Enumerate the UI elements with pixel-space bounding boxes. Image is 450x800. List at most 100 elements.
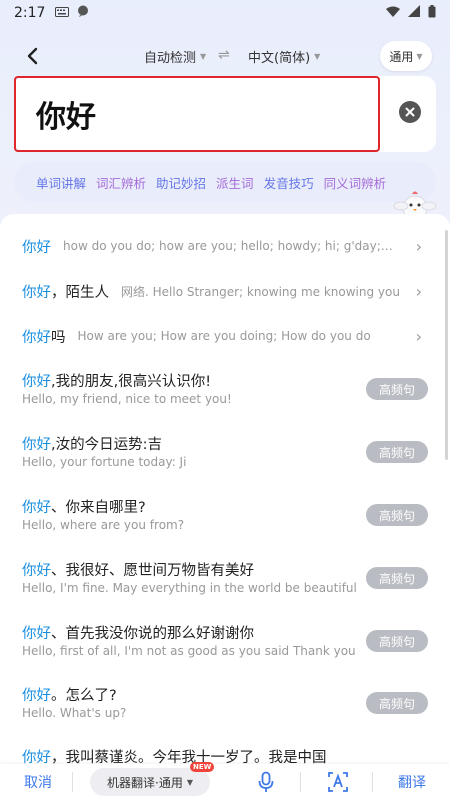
sentence-text: 你好。怎么了? [22,684,117,705]
divider [300,772,301,792]
sentence-rest: 。怎么了? [51,688,117,704]
sentence-rest: 、我很好、愿世间万物皆有美好 [51,563,254,579]
sentence-translation: Hello, my friend, nice to meet you! [22,392,232,406]
microphone-icon [258,771,274,792]
high-frequency-badge: 高频句 [366,504,428,526]
sentence-row[interactable]: 你好。怎么了? Hello. What's up? 高频句 [0,684,450,728]
sentence-row[interactable]: 你好,我的朋友,很高兴认识你! Hello, my friend, nice t… [0,370,450,414]
sentence-translation: Hello. What's up? [22,706,127,720]
caret-down-icon: ▼ [200,52,207,61]
divider [72,772,73,792]
cancel-button[interactable]: 取消 [24,772,52,792]
microphone-button[interactable] [254,770,278,794]
close-icon [405,107,415,117]
image-text-recognition-button[interactable] [326,770,350,794]
status-bar: 2:17 [0,0,450,26]
sentence-rest: 、首先我没你说的那么好谢谢你 [51,626,254,642]
results-panel: 你好 how do you do; how are you; hello; ho… [0,214,450,764]
high-frequency-badge: 高频句 [366,692,428,714]
sentence-rest: ,汝的今日运势:吉 [51,437,162,453]
sentence-row[interactable]: 你好，我叫蔡谨炎。今年我十一岁了。我是中国 [0,746,450,764]
scan-text-icon [328,772,348,792]
source-text-input[interactable]: 你好 [36,92,96,136]
chip-synonym-distinction[interactable]: 同义词辨析 [324,173,387,192]
caret-down-icon: ▼ [416,51,423,61]
domain-mode-button[interactable]: 通用 ▼ [380,41,432,71]
sentence-rest: ,我的朋友,很高兴认识你! [51,374,212,390]
suggestion-definition: How are you; How are you doing; How do y… [77,329,371,343]
sentence-text: 你好,我的朋友,很高兴认识你! [22,370,211,391]
high-frequency-badge: 高频句 [366,630,428,652]
chip-word-explanation[interactable]: 单词讲解 [36,173,86,192]
source-language-selector[interactable]: 自动检测 ▼ [144,47,206,66]
high-frequency-badge: 高频句 [366,567,428,589]
chevron-right-icon: › [415,282,422,301]
suggestion-row[interactable]: 你好，陌生人 网络. Hello Stranger; knowing me kn… [0,279,450,303]
headword-match: 你好 [22,563,51,579]
sentence-text: 你好、你来自哪里? [22,496,146,517]
high-frequency-badge: 高频句 [366,441,428,463]
sentence-text: 你好，我叫蔡谨炎。今年我十一岁了。我是中国 [22,746,327,764]
back-arrow-icon [27,47,38,65]
top-bar: 自动检测 ▼ ⇌ 中文(简体) ▼ 通用 ▼ [0,38,450,74]
suggestion-headword: 你好吗 [22,326,66,347]
bottom-action-bar: 取消 机器翻译·通用 ▼ NEW 翻译 [0,762,450,800]
headword-match: 你好 [22,626,51,642]
target-language-selector[interactable]: 中文(简体) ▼ [248,47,320,66]
clear-input-button[interactable] [399,101,421,123]
headword-match: 你好 [22,750,51,764]
high-frequency-badge: 高频句 [366,378,428,400]
target-language-label: 中文(简体) [248,51,311,66]
headword-match: 你好 [22,374,51,390]
suggestion-headword: 你好，陌生人 [22,281,109,302]
sentence-text: 你好,汝的今日运势:吉 [22,433,162,454]
headword-rest: 吗 [51,329,66,346]
sentence-text: 你好、首先我没你说的那么好谢谢你 [22,622,254,643]
suggestion-row[interactable]: 你好吗 How are you; How are you doing; How … [0,324,450,348]
source-language-label: 自动检测 [144,51,197,66]
chip-memory-tips[interactable]: 助记妙招 [156,173,206,192]
suggestion-definition: how do you do; how are you; hello; howdy… [63,239,393,253]
scrollbar[interactable] [445,230,448,460]
suggestion-definition: 网络. Hello Stranger; knowing me knowing y… [121,284,400,299]
translate-button[interactable]: 翻译 [398,772,426,792]
sentence-translation: Hello, first of all, I'm not as good as … [22,644,356,658]
headword-match: 你好 [22,284,51,301]
chevron-right-icon: › [415,327,422,346]
suggestion-headword: 你好 [22,236,51,257]
sentence-row[interactable]: 你好、你来自哪里? Hello, where are you from? 高频句 [0,496,450,540]
feature-chips-row: 单词讲解 词汇辨析 助记妙招 派生词 发音技巧 同义词辨析 [14,162,436,202]
sentence-row[interactable]: 你好、我很好、愿世间万物皆有美好 Hello, I'm fine. May ev… [0,559,450,603]
sentence-rest: ，我叫蔡谨炎。今年我十一岁了。我是中国 [51,750,327,764]
divider [372,772,373,792]
keyboard-icon [55,5,70,21]
chat-bubble-icon [77,5,89,21]
status-time: 2:17 [14,5,46,21]
signal-icon [408,5,420,21]
sentence-row[interactable]: 你好,汝的今日运势:吉 Hello, your fortune today: J… [0,433,450,477]
swap-languages-icon[interactable]: ⇌ [218,47,230,63]
translation-engine-button[interactable]: 机器翻译·通用 ▼ [90,768,210,796]
headword-match: 你好 [22,688,51,704]
wifi-icon [386,5,400,21]
new-badge: NEW [190,762,215,772]
sentence-text: 你好、我很好、愿世间万物皆有美好 [22,559,254,580]
sentence-translation: Hello, your fortune today: Ji [22,455,187,469]
sentence-translation: Hello, I'm fine. May everything in the w… [22,581,357,595]
battery-icon [428,4,436,22]
chip-vocab-distinction[interactable]: 词汇辨析 [96,173,146,192]
chip-derived-words[interactable]: 派生词 [216,173,254,192]
headword-match: 你好 [22,437,51,453]
headword-match: 你好 [22,239,51,256]
sentence-row[interactable]: 你好、首先我没你说的那么好谢谢你 Hello, first of all, I'… [0,622,450,666]
caret-down-icon: ▼ [314,52,321,61]
sentence-translation: Hello, where are you from? [22,518,185,532]
back-button[interactable] [20,44,44,68]
caret-down-icon: ▼ [186,777,193,787]
suggestion-row[interactable]: 你好 how do you do; how are you; hello; ho… [0,234,450,258]
domain-mode-label: 通用 [389,49,414,64]
chip-pronunciation-tips[interactable]: 发音技巧 [264,173,314,192]
translation-engine-label: 机器翻译·通用 [107,775,183,790]
headword-rest: ，陌生人 [51,284,109,301]
headword-match: 你好 [22,329,51,346]
